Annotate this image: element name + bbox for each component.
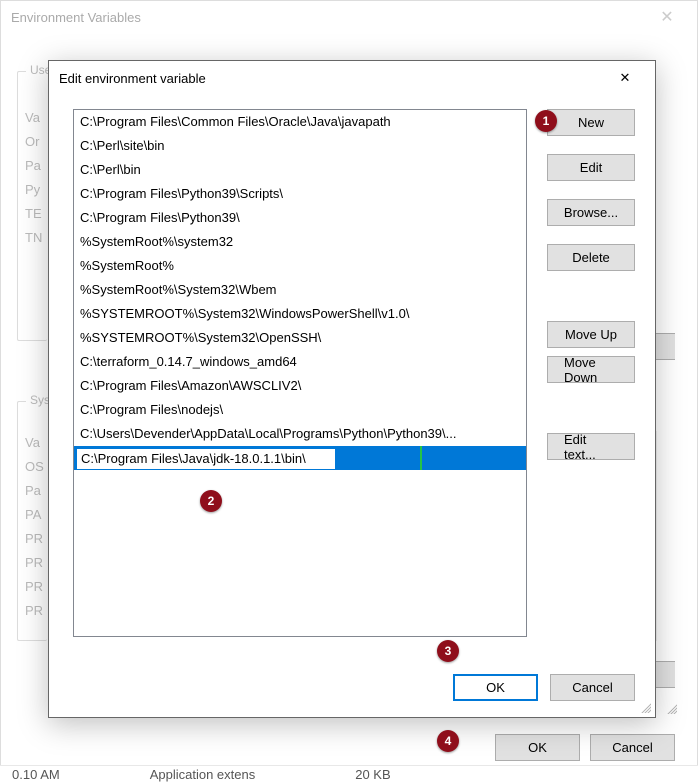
browse-button[interactable]: Browse...	[547, 199, 635, 226]
path-entry[interactable]: C:\Program Files\nodejs\	[74, 398, 526, 422]
edit-title-bar: Edit environment variable ✕	[49, 61, 655, 95]
edit-dialog-footer-buttons: OK Cancel	[453, 674, 635, 701]
inline-edit-highlight	[74, 446, 422, 470]
resize-grip-icon[interactable]	[665, 702, 677, 714]
path-entry[interactable]: %SYSTEMROOT%\System32\WindowsPowerShell\…	[74, 302, 526, 326]
annotation-badge-4: 4	[437, 730, 459, 752]
parent-title-bar: Environment Variables ✕	[1, 1, 697, 33]
cancel-button[interactable]: Cancel	[550, 674, 635, 701]
annotation-badge-1: 1	[535, 110, 557, 132]
button-peek[interactable]	[655, 661, 675, 688]
edit-env-var-dialog: Edit environment variable ✕ C:\Program F…	[48, 60, 656, 718]
edit-dialog-title: Edit environment variable	[59, 71, 605, 86]
parent-title: Environment Variables	[11, 10, 647, 25]
path-entry[interactable]: C:\Users\Devender\AppData\Local\Programs…	[74, 422, 526, 446]
new-button[interactable]: New	[547, 109, 635, 136]
path-entry[interactable]: C:\Program Files\Python39\	[74, 206, 526, 230]
path-entry[interactable]: %SystemRoot%\System32\Wbem	[74, 278, 526, 302]
ok-button[interactable]: OK	[495, 734, 580, 761]
path-entries-list[interactable]: C:\Program Files\Common Files\Oracle\Jav…	[73, 109, 527, 637]
move-up-button[interactable]: Move Up	[547, 321, 635, 348]
path-entry[interactable]: C:\Program Files\Python39\Scripts\	[74, 182, 526, 206]
edit-dialog-side-buttons: New Edit Browse... Delete Move Up Move D…	[547, 109, 635, 637]
path-entry[interactable]: C:\Perl\site\bin	[74, 134, 526, 158]
status-size: 20 KB	[355, 767, 390, 782]
status-time: 0.10 AM	[12, 767, 60, 782]
move-down-button[interactable]: Move Down	[547, 356, 635, 383]
parent-dialog-buttons: OK Cancel	[495, 734, 675, 761]
explorer-status-bar: 0.10 AM Application extens 20 KB	[0, 765, 698, 783]
ok-button[interactable]: OK	[453, 674, 538, 701]
close-icon[interactable]: ✕	[647, 7, 687, 27]
annotation-badge-2: 2	[200, 490, 222, 512]
status-type: Application extens	[150, 767, 256, 782]
edit-text-button[interactable]: Edit text...	[547, 433, 635, 460]
path-entry-selected[interactable]	[74, 446, 526, 470]
path-entry[interactable]: C:\terraform_0.14.7_windows_amd64	[74, 350, 526, 374]
close-button[interactable]: ✕	[605, 63, 645, 93]
path-entry[interactable]: %SystemRoot%\system32	[74, 230, 526, 254]
cancel-button[interactable]: Cancel	[590, 734, 675, 761]
resize-grip-icon[interactable]	[639, 701, 651, 713]
delete-button[interactable]: Delete	[547, 244, 635, 271]
path-entry[interactable]: %SYSTEMROOT%\System32\OpenSSH\	[74, 326, 526, 350]
edit-button[interactable]: Edit	[547, 154, 635, 181]
path-entry[interactable]: C:\Program Files\Amazon\AWSCLIV2\	[74, 374, 526, 398]
path-entry[interactable]: %SystemRoot%	[74, 254, 526, 278]
button-peek[interactable]	[655, 333, 675, 360]
close-icon: ✕	[620, 70, 631, 86]
path-inline-input[interactable]	[76, 448, 336, 470]
annotation-badge-3: 3	[437, 640, 459, 662]
path-entry[interactable]: C:\Program Files\Common Files\Oracle\Jav…	[74, 110, 526, 134]
path-entry[interactable]: C:\Perl\bin	[74, 158, 526, 182]
